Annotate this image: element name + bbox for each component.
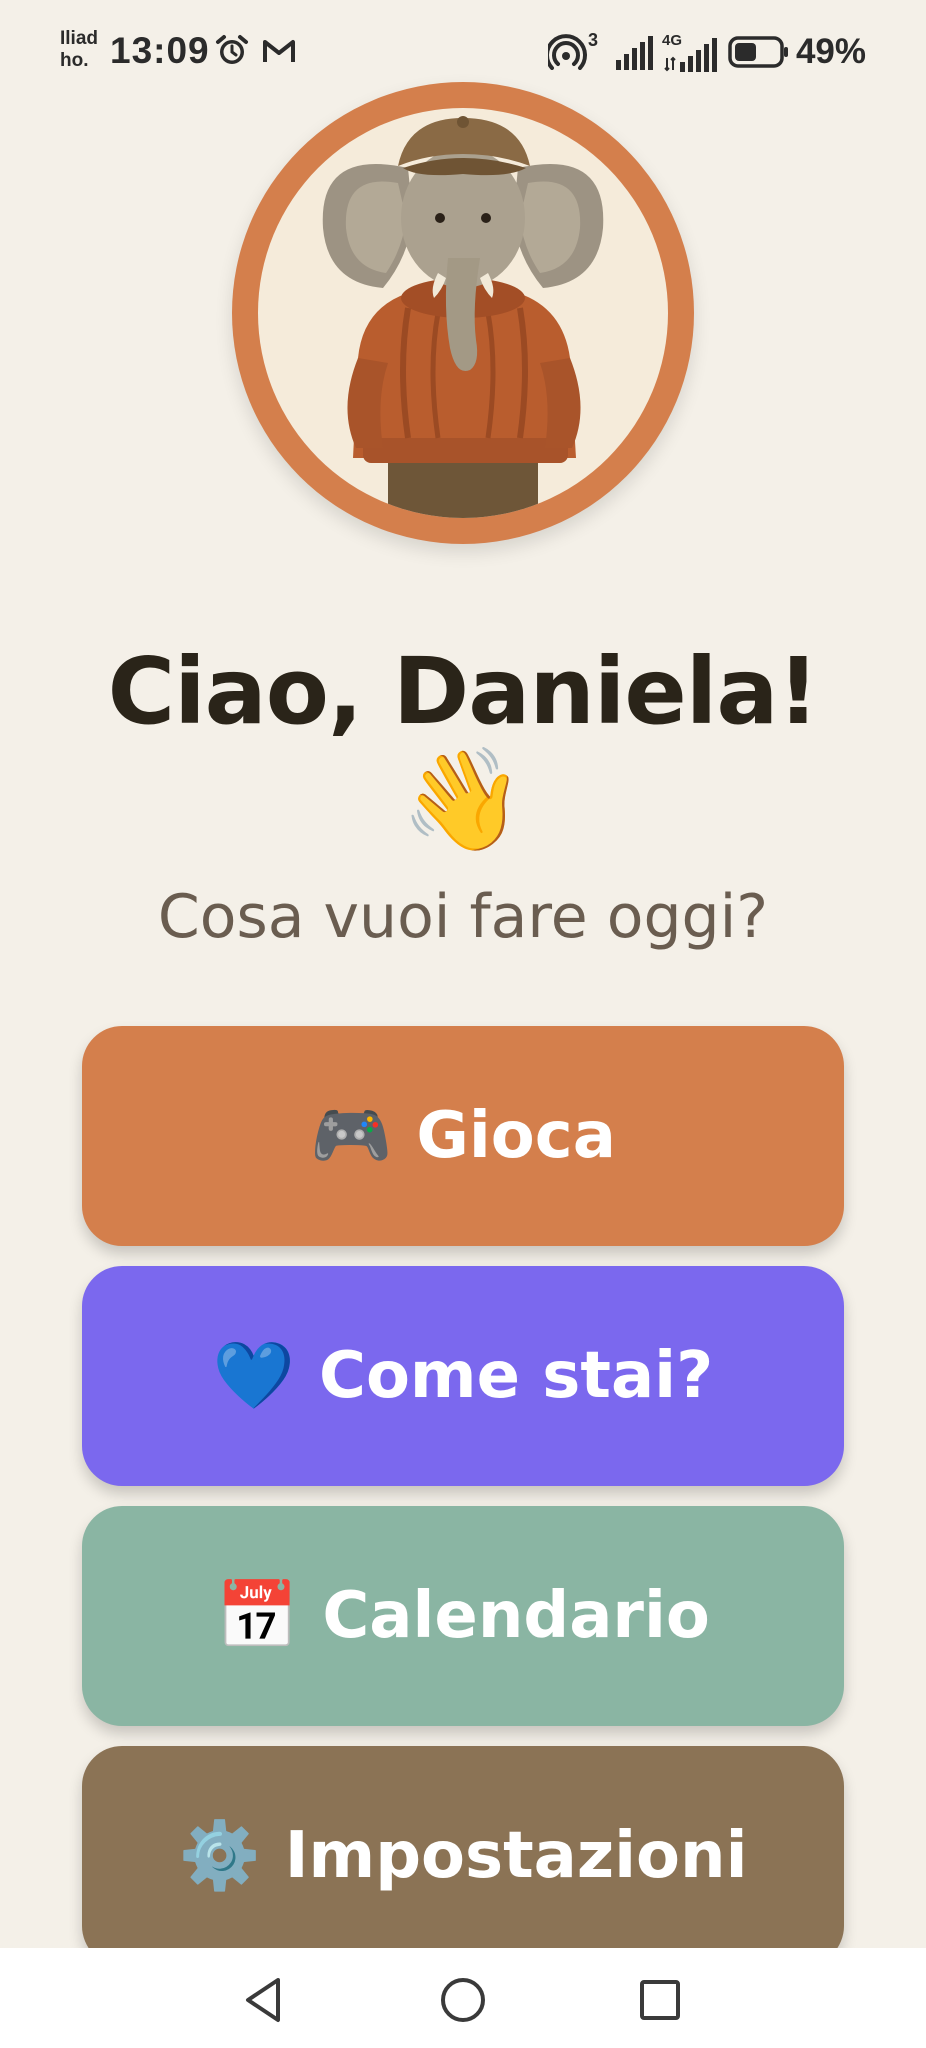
gamepad-icon: 🎮 — [310, 1097, 393, 1174]
calendar-button[interactable]: 📅 Calendario — [82, 1506, 844, 1726]
back-icon[interactable] — [236, 1972, 292, 2028]
avatar — [232, 82, 694, 544]
how-are-you-button[interactable]: 💙 Come stai? — [82, 1266, 844, 1486]
hotspot-icon — [548, 34, 587, 70]
home-screen: Iliad ho. 13:09 3 4G 49% Ciao, Daniela! … — [0, 0, 926, 2048]
play-button-label: Gioca — [416, 1099, 616, 1173]
settings-button[interactable]: ⚙️ Impostazioni — [82, 1746, 844, 1966]
status-time: 13:09 — [110, 30, 210, 71]
greeting-subtitle: Cosa vuoi fare oggi? — [157, 882, 769, 952]
gear-icon: ⚙️ — [178, 1817, 261, 1894]
4g-signal-icon: 4G — [662, 32, 718, 72]
greeting-title: Ciao, Daniela! — [107, 638, 820, 745]
recents-icon[interactable] — [632, 1972, 688, 2028]
battery-percent: 49% — [795, 32, 866, 71]
hotspot-count: 3 — [588, 30, 599, 50]
alarm-icon — [216, 35, 248, 64]
gmail-icon — [263, 40, 295, 62]
calendar-icon: 📅 — [216, 1577, 299, 1654]
battery-icon — [728, 36, 788, 68]
carrier-line-1: Iliad — [60, 28, 99, 49]
carrier-line-2: ho. — [60, 50, 89, 71]
home-icon[interactable] — [435, 1972, 491, 2028]
carrier-label: Iliad ho. — [60, 28, 98, 72]
blue-heart-icon: 💙 — [212, 1337, 295, 1414]
how-are-you-button-label: Come stai? — [318, 1339, 714, 1413]
play-button[interactable]: 🎮 Gioca — [82, 1026, 844, 1246]
avatar-image-frame — [258, 108, 668, 518]
calendar-button-label: Calendario — [322, 1579, 710, 1653]
elephant-avatar-icon — [322, 116, 604, 518]
navigation-bar — [0, 1948, 926, 2048]
settings-button-label: Impostazioni — [284, 1819, 748, 1893]
waving-hand-icon: 👋 — [400, 741, 526, 858]
signal-icon — [616, 36, 653, 70]
